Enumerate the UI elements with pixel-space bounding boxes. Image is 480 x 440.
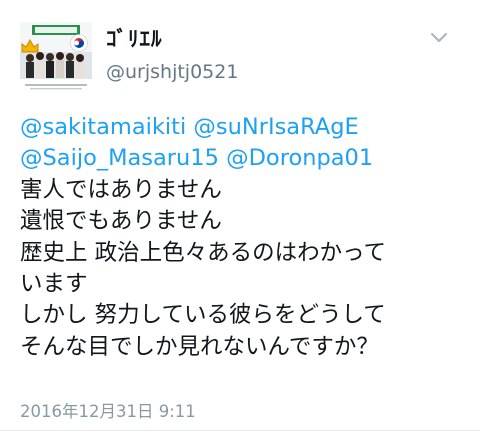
tweet-card: ｺﾞﾘｴﾙ @urjshjtj0521 @sakitamaikiti @suNr…: [0, 0, 480, 440]
tweet-text: @sakitamaikiti @suNrIsaRAgE @Saijo_Masar…: [20, 112, 470, 363]
mentions-line-1: @sakitamaikiti @suNrIsaRAgE: [20, 112, 470, 143]
user-handle[interactable]: @urjshjtj0521: [106, 60, 238, 84]
avatar[interactable]: [20, 22, 92, 94]
tweet-text-line: しかし 努力している彼らをどうして: [20, 302, 386, 329]
divider: [0, 430, 480, 431]
tweet-text-line: そんな目でしか見れないんですか？: [20, 333, 379, 360]
mentions-line-2: @Saijo_Masaru15 @Doronpa01: [20, 143, 470, 174]
mention-link[interactable]: @Saijo_Masaru15: [20, 145, 219, 171]
mention-link[interactable]: @Doronpa01: [226, 145, 373, 171]
chevron-down-icon[interactable]: [428, 30, 450, 46]
mention-link[interactable]: @sakitamaikiti: [20, 114, 186, 140]
display-name[interactable]: ｺﾞﾘｴﾙ: [106, 26, 163, 52]
crown-icon: [21, 38, 39, 53]
tweet-text-line: います: [20, 271, 88, 298]
group-photo-avatar-icon: [20, 22, 92, 94]
south-korea-flag-icon: [70, 34, 88, 52]
tweet-text-line: 遺恨でもありません: [20, 208, 222, 235]
tweet-timestamp[interactable]: 2016年12月31日 9:11: [20, 402, 196, 422]
tweet-text-line: 害人ではありません: [20, 176, 222, 203]
tweet-text-line: 歴史上 政治上色々あるのはわかって: [20, 239, 387, 266]
mention-link[interactable]: @suNrIsaRAgE: [193, 114, 358, 140]
